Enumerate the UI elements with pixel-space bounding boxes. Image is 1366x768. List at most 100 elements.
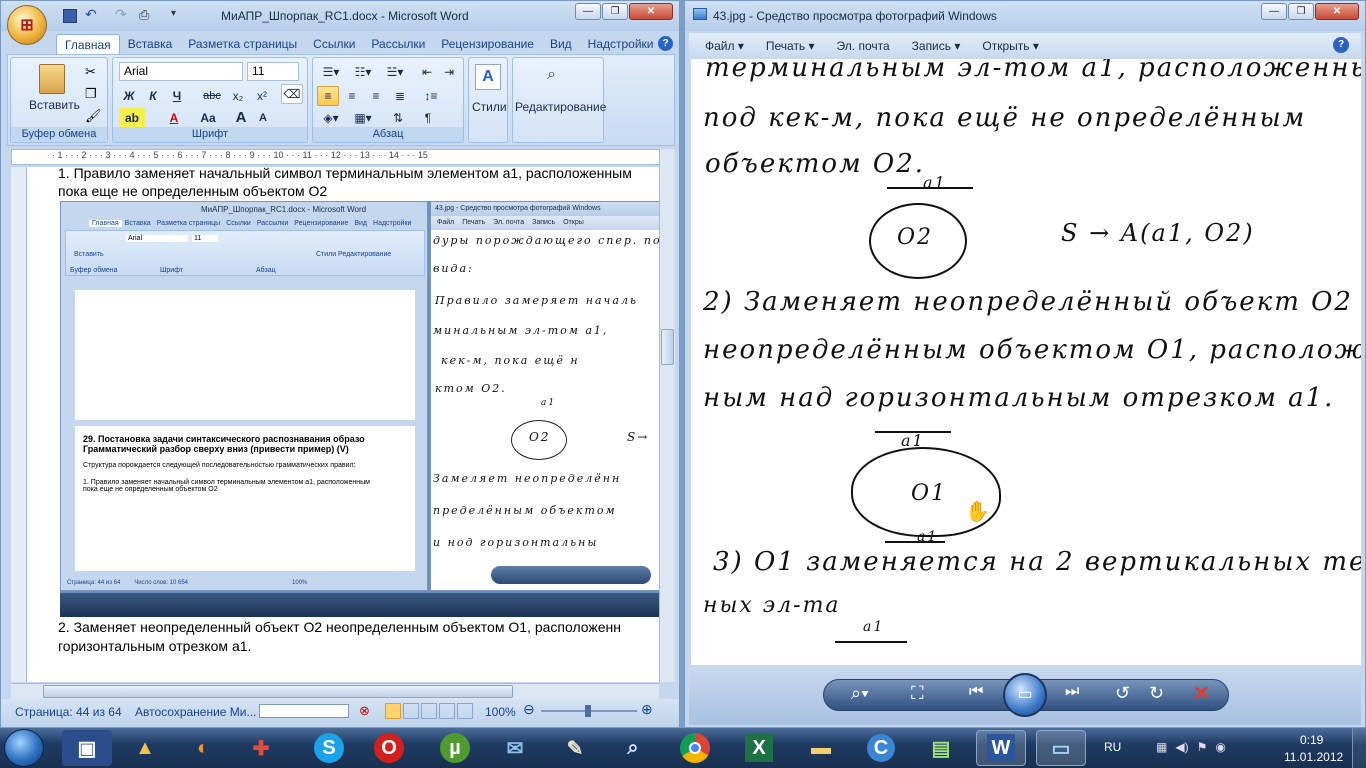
increase-indent-icon[interactable]: ⇥ [439,62,459,82]
bold-button[interactable]: Ж [119,86,139,106]
menu-print[interactable]: Печать ▾ [766,33,815,59]
zoom-slider-handle[interactable] [585,705,591,717]
document-area[interactable]: 1. Правило заменяет начальный символ тер… [11,167,659,682]
menu-burn[interactable]: Запись ▾ [912,33,961,59]
font-size-select[interactable]: 11 [247,62,299,81]
draft-icon[interactable] [457,703,473,719]
taskbar-save-icon[interactable]: ▣ [62,730,112,766]
tab-addins[interactable]: Надстройки [580,34,662,55]
zoom-out-icon[interactable]: ⊖ [523,701,535,718]
strikethrough-button[interactable]: abc [199,86,225,106]
slideshow-button[interactable]: ▭ [1003,673,1047,717]
vertical-ruler[interactable] [11,167,27,682]
minimize-button[interactable]: — [575,3,601,20]
menu-open[interactable]: Открыть ▾ [982,33,1039,59]
clear-format-icon[interactable]: ⌫ [281,84,303,104]
menu-email[interactable]: Эл. почта [837,33,890,59]
taskbar-word-icon[interactable]: W [976,730,1026,766]
viewer-minimize-button[interactable]: — [1261,3,1287,20]
next-icon[interactable]: ⏭ [1065,683,1079,701]
taskbar-opera-icon[interactable]: O [364,730,414,766]
rotate-ccw-icon[interactable]: ↺ [1115,683,1130,704]
align-center-icon[interactable]: ≡ [341,86,363,106]
tab-review[interactable]: Рецензирование [433,34,542,55]
borders-icon[interactable]: ▦▾ [349,108,377,128]
delete-icon[interactable]: ✕ [1193,681,1210,706]
tab-references[interactable]: Ссылки [305,34,363,55]
language-indicator[interactable]: RU [1104,740,1121,754]
taskbar-mail-icon[interactable]: ✉ [490,730,540,766]
view-buttons[interactable] [385,703,473,719]
taskbar-search-icon[interactable]: ⌕ [608,730,658,766]
clock-date[interactable]: 11.01.2012 [1284,750,1343,764]
shading-icon[interactable]: ◈▾ [317,108,345,128]
hscroll-thumb[interactable] [43,685,513,698]
word-titlebar[interactable]: ⊞ ↶ ↷ ⎙ ▾ МиАПР_Шпорпак_RC1.docx - Micro… [1,1,679,45]
office-button[interactable]: ⊞ [7,5,47,45]
show-desktop-button[interactable] [1352,728,1366,768]
sort-icon[interactable]: ⇅ [387,108,409,128]
taskbar-excel-icon[interactable]: X [734,730,784,766]
superscript-button[interactable]: x² [251,86,273,106]
taskbar-plus-icon[interactable]: ✚ [236,730,286,766]
taskbar-utorrent-icon[interactable]: µ [430,730,480,766]
format-painter-icon[interactable]: 🖌 [85,108,102,124]
align-left-icon[interactable]: ≡ [317,86,339,106]
tray-icons[interactable]: ▦ ◀) ⚑ ◉ [1156,740,1226,754]
taskbar-monitor-icon[interactable]: ▤ [916,730,966,766]
cut-icon[interactable]: ✂ [85,64,96,80]
tab-insert[interactable]: Вставка [120,34,181,55]
help-icon[interactable]: ? [658,36,673,51]
decrease-indent-icon[interactable]: ⇤ [417,62,437,82]
tray-app-icon[interactable]: ◉ [1215,740,1225,754]
print-icon[interactable]: ⎙ [139,7,149,23]
paste-icon[interactable] [39,64,65,94]
rotate-cw-icon[interactable]: ↻ [1149,683,1164,704]
cancel-autosave-icon[interactable]: ⊗ [359,703,370,719]
taskbar-chrome-icon[interactable] [670,730,720,766]
zoom-slider[interactable] [541,705,637,717]
menu-file[interactable]: Файл ▾ [705,33,744,59]
photo-canvas[interactable]: терминальным эл-том a1, расположенным по… [691,59,1361,665]
horizontal-ruler[interactable]: · 1 · · · 2 · · · 3 · · · 4 · · · 5 · · … [11,149,665,165]
tab-home[interactable]: Главная [56,34,120,55]
italic-button[interactable]: К [143,86,163,106]
underline-button[interactable]: Ч [167,86,187,106]
viewer-close-button[interactable]: ✕ [1315,3,1359,20]
taskbar-app-icon-3[interactable]: ◐ [178,730,228,766]
undo-icon[interactable]: ↶ [85,6,97,23]
tab-mailings[interactable]: Рассылки [363,34,433,55]
show-marks-icon[interactable]: ¶ [417,108,439,128]
viewer-maximize-button[interactable]: ❐ [1288,3,1314,20]
clock-time[interactable]: 0:19 [1300,733,1323,747]
outline-icon[interactable] [439,703,455,719]
taskbar-notepad-icon[interactable]: ✎ [550,730,600,766]
font-color-button[interactable]: A [161,108,187,128]
taskbar-photo-viewer-icon[interactable]: ▭ [1036,730,1086,766]
scroll-thumb[interactable] [661,329,674,365]
bullets-icon[interactable]: ☰▾ [317,62,345,82]
viewer-titlebar[interactable]: 43.jpg - Средство просмотра фотографий W… [685,1,1365,31]
paste-button[interactable]: Вставить [29,98,80,112]
redo-icon[interactable]: ↷ [115,6,127,23]
copy-icon[interactable]: ❐ [85,86,97,102]
web-layout-icon[interactable] [421,703,437,719]
print-layout-icon[interactable] [385,703,401,719]
tray-network-icon[interactable]: ▦ [1156,740,1167,754]
tab-page-layout[interactable]: Разметка страницы [180,34,305,55]
status-page[interactable]: Страница: 44 из 64 [15,705,122,719]
tray-flag-icon[interactable]: ⚑ [1197,740,1208,754]
horizontal-scrollbar[interactable] [11,683,659,699]
shrink-font-button[interactable]: A [253,108,273,128]
styles-group[interactable]: A Стили [468,57,508,143]
editing-group[interactable]: ⌕ Редактирование [512,57,606,143]
grow-font-button[interactable]: A [231,108,251,128]
zoom-in-icon[interactable]: ⊕ [641,701,653,718]
highlight-button[interactable]: ab [119,108,145,128]
maximize-button[interactable]: ❐ [602,3,628,20]
align-right-icon[interactable]: ≡ [365,86,387,106]
tray-volume-icon[interactable]: ◀) [1175,740,1188,754]
find-icon[interactable]: ⌕ [547,66,556,84]
zoom-level[interactable]: 100% [485,705,516,719]
tab-view[interactable]: Вид [542,34,580,55]
